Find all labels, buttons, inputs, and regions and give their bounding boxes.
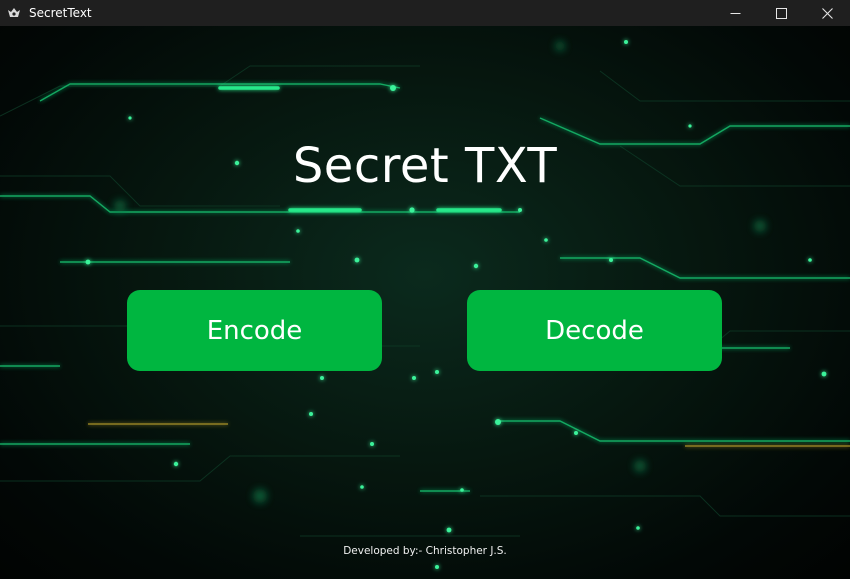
maximize-button[interactable] — [758, 0, 804, 26]
minimize-icon — [730, 12, 740, 14]
main-content: Secret TXT Encode Decode Developed by:- … — [0, 26, 850, 579]
close-button[interactable] — [804, 0, 850, 26]
app-logo-icon — [8, 8, 20, 17]
window-title: SecretText — [29, 6, 92, 20]
minimize-button[interactable] — [712, 0, 758, 26]
decode-button[interactable]: Decode — [467, 290, 722, 371]
app-window: SecretText Secret TXT Encode Decode Deve… — [0, 0, 850, 579]
title-bar[interactable]: SecretText — [0, 0, 850, 26]
developer-credit: Developed by:- Christopher J.S. — [343, 545, 507, 557]
app-heading: Secret TXT — [292, 138, 558, 194]
close-icon — [821, 7, 833, 19]
maximize-icon — [775, 7, 787, 19]
encode-button[interactable]: Encode — [127, 290, 382, 371]
window-controls — [712, 0, 850, 26]
